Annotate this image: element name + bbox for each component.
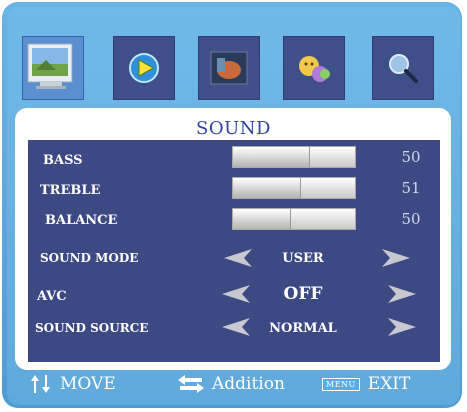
play-icon (129, 53, 159, 83)
tab-play[interactable] (113, 36, 175, 100)
menu-key-badge: MENU (322, 377, 360, 391)
avc-value: OFF (283, 284, 323, 304)
bass-label: BASS (43, 153, 83, 168)
sound-mode-left-arrow-icon[interactable] (224, 249, 252, 267)
treble-slider-fill (233, 178, 302, 198)
picture-icon (27, 43, 73, 89)
balance-value: 50 (401, 210, 421, 228)
sound-source-left-arrow-icon[interactable] (222, 318, 250, 336)
treble-slider[interactable] (232, 177, 356, 199)
page-title: SOUND (196, 118, 271, 139)
avc-left-arrow-icon[interactable] (222, 285, 250, 303)
bass-value: 50 (401, 148, 421, 166)
tab-picture[interactable] (22, 36, 84, 100)
left-right-arrows-icon (178, 375, 204, 393)
sound-mode-right-arrow-icon[interactable] (382, 249, 410, 267)
tab-image[interactable] (198, 36, 260, 100)
help-move: MOVE (30, 374, 116, 394)
help-addition: Addition (178, 374, 285, 394)
magnifier-icon (389, 54, 418, 83)
sound-source-right-arrow-icon[interactable] (388, 318, 416, 336)
treble-label: TREBLE (40, 183, 101, 198)
help-move-text: MOVE (60, 374, 116, 394)
tab-settings[interactable] (283, 36, 345, 100)
image-icon (210, 51, 248, 85)
avc-label: AVC (37, 289, 67, 304)
bass-slider[interactable] (232, 146, 356, 168)
settings-faces-icon (299, 56, 330, 82)
sound-source-value: NORMAL (269, 321, 337, 336)
balance-slider-fill (233, 209, 292, 229)
treble-value: 51 (401, 179, 421, 197)
sound-mode-value: USER (282, 251, 324, 266)
bass-slider-fill (233, 147, 310, 167)
avc-right-arrow-icon[interactable] (388, 285, 416, 303)
help-exit-text: EXIT (367, 374, 411, 394)
help-addition-text: Addition (212, 374, 285, 394)
sound-source-label: SOUND SOURCE (35, 321, 149, 335)
up-down-arrows-icon (31, 375, 50, 393)
balance-label: BALANCE (45, 213, 118, 228)
help-exit: MENU EXIT (322, 374, 410, 394)
tab-search[interactable] (372, 36, 434, 100)
balance-slider[interactable] (232, 208, 356, 230)
sound-mode-label: SOUND MODE (40, 251, 139, 265)
